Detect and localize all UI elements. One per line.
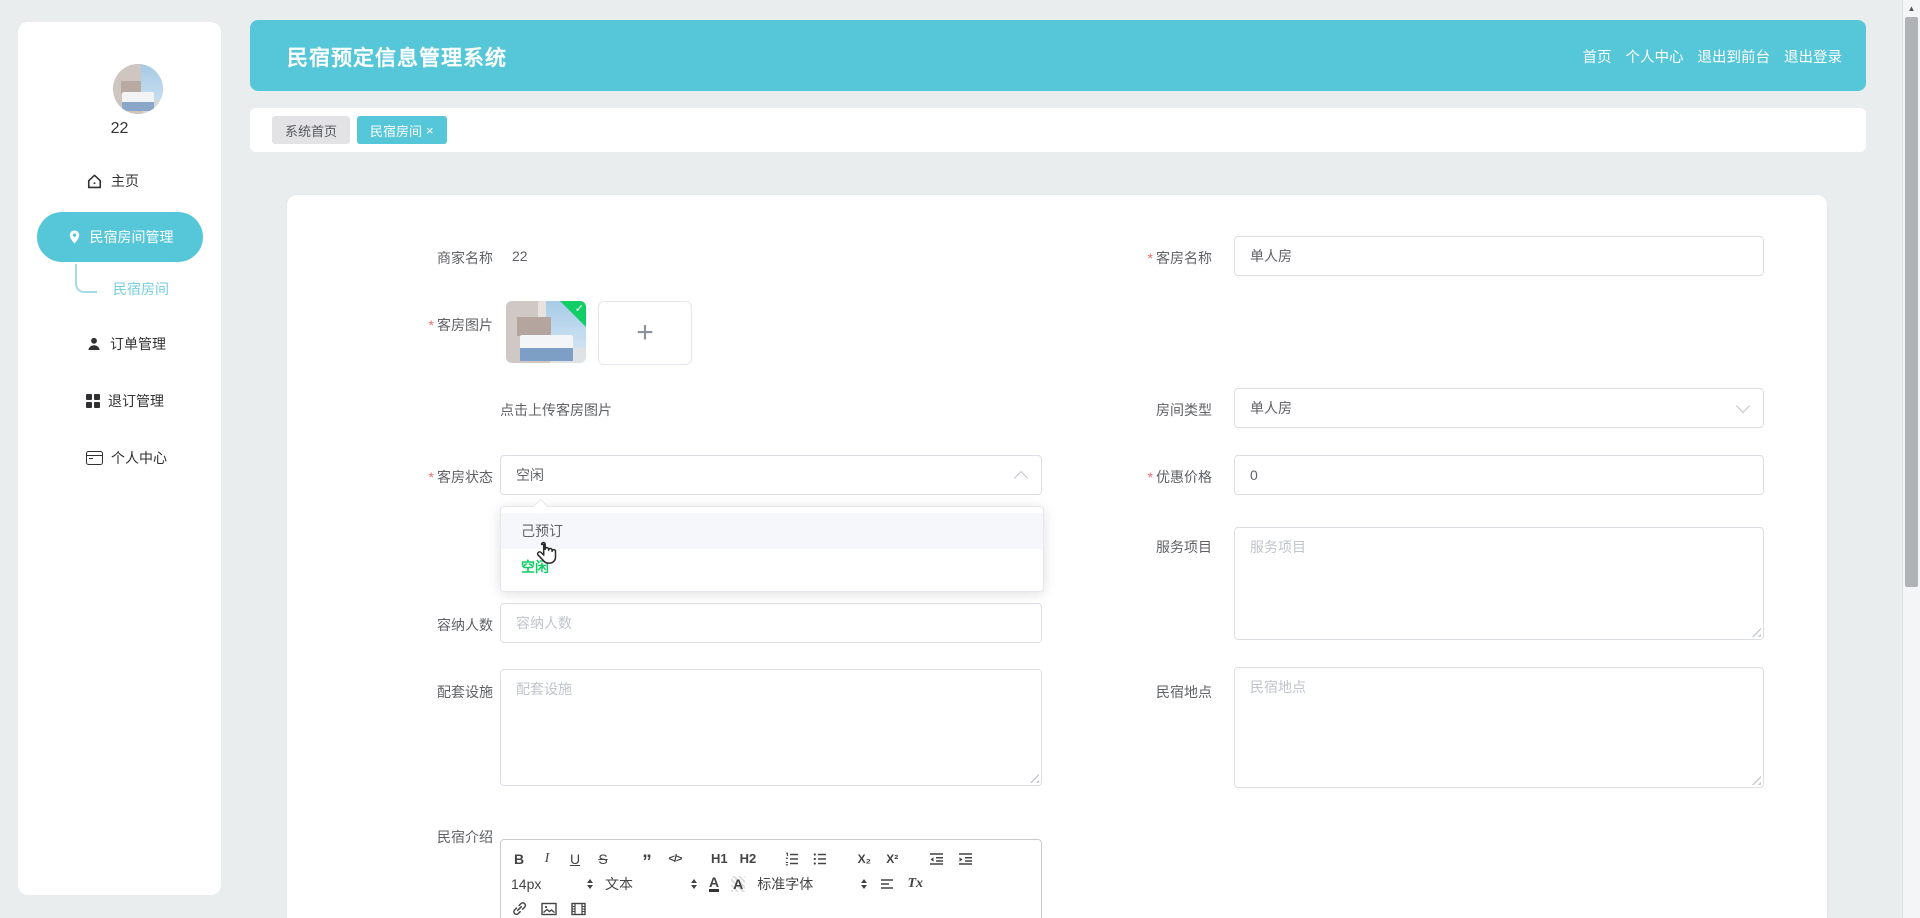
superscript-button[interactable]: X² bbox=[884, 848, 900, 870]
sidebar-item-room-management[interactable]: 民宿房间管理 bbox=[37, 212, 203, 262]
indent-icon[interactable] bbox=[957, 851, 974, 867]
nav-link-exit-to-front[interactable]: 退出到前台 bbox=[1698, 46, 1771, 67]
italic-button[interactable]: I bbox=[539, 848, 555, 870]
merchant-name-label: 商家名称 bbox=[437, 250, 493, 266]
room-type-label: 房间类型 bbox=[1156, 402, 1212, 418]
room-name-label: * 客房名称 bbox=[1147, 250, 1212, 266]
sidebar: 22 主页 民宿房间管理 民宿房间 订单管理 退订管理 个人中心 bbox=[18, 22, 221, 895]
location-pin-icon bbox=[69, 230, 79, 244]
service-items-textarea[interactable] bbox=[1234, 527, 1764, 640]
ordered-list-icon[interactable] bbox=[784, 851, 800, 867]
outdent-icon[interactable] bbox=[928, 851, 945, 867]
tab-room[interactable]: 民宿房间 × bbox=[357, 116, 447, 144]
home-icon bbox=[87, 174, 102, 188]
tab-label: 民宿房间 bbox=[370, 123, 423, 139]
sidebar-item-label: 个人中心 bbox=[111, 450, 167, 466]
strikethrough-button[interactable]: S bbox=[595, 848, 611, 870]
check-icon: ✓ bbox=[574, 303, 584, 315]
capacity-label: 容纳人数 bbox=[437, 617, 493, 633]
link-icon[interactable] bbox=[511, 900, 528, 917]
discount-price-label: * 优惠价格 bbox=[1147, 469, 1212, 485]
updown-arrows-icon bbox=[691, 878, 697, 889]
code-button[interactable]: </> bbox=[667, 848, 683, 870]
nav-link-profile[interactable]: 个人中心 bbox=[1626, 46, 1684, 67]
room-image-thumbnail[interactable]: ✓ bbox=[506, 301, 586, 363]
nav-link-logout[interactable]: 退出登录 bbox=[1784, 46, 1842, 67]
room-status-label: * 客房状态 bbox=[428, 469, 493, 485]
location-label: 民宿地点 bbox=[1156, 684, 1212, 700]
editor-toolbar-row2: 14px 文本 A A 标准字体 Tx bbox=[511, 871, 1031, 896]
highlight-color-button[interactable]: A bbox=[731, 875, 746, 892]
dropdown-option-booked[interactable]: 己预订 bbox=[501, 513, 1043, 549]
page-title: 民宿预定信息管理系统 bbox=[287, 47, 507, 70]
font-family-picker[interactable]: 标准字体 bbox=[757, 874, 868, 894]
subscript-button[interactable]: X₂ bbox=[856, 848, 872, 870]
scrollbar-thumb[interactable] bbox=[1905, 17, 1918, 587]
sidebar-subitem-room[interactable]: 民宿房间 bbox=[113, 279, 169, 299]
sidebar-item-label: 民宿房间管理 bbox=[89, 229, 174, 245]
sidebar-item-orders[interactable]: 订单管理 bbox=[86, 334, 166, 354]
tab-system-home[interactable]: 系统首页 bbox=[272, 116, 351, 144]
user-icon bbox=[88, 337, 100, 350]
align-icon[interactable] bbox=[879, 876, 895, 892]
dropdown-option-vacant[interactable]: 空闲 bbox=[501, 549, 1043, 585]
avatar[interactable] bbox=[113, 64, 163, 114]
nav-link-home[interactable]: 首页 bbox=[1583, 46, 1612, 67]
bold-button[interactable]: B bbox=[511, 848, 527, 870]
clear-format-button[interactable]: Tx bbox=[907, 873, 923, 895]
facilities-label: 配套设施 bbox=[437, 684, 493, 700]
image-icon[interactable] bbox=[540, 901, 558, 917]
editor-toolbar-row1: B I U S ” </> H1 H2 X₂ X² bbox=[511, 844, 1031, 874]
underline-button[interactable]: U bbox=[567, 848, 583, 870]
facilities-textarea[interactable] bbox=[500, 669, 1042, 786]
room-type-select[interactable] bbox=[1234, 388, 1764, 428]
room-image-label: * 客房图片 bbox=[428, 317, 493, 333]
sidebar-item-label: 订单管理 bbox=[110, 336, 166, 352]
scroll-up-button[interactable]: ▲ bbox=[1903, 0, 1920, 17]
app-root: 22 主页 民宿房间管理 民宿房间 订单管理 退订管理 个人中心 民宿预定信息管… bbox=[0, 0, 1920, 918]
room-name-input[interactable] bbox=[1234, 236, 1764, 276]
image-upload-button[interactable]: + bbox=[598, 301, 692, 365]
page-scrollbar[interactable]: ▲ bbox=[1902, 0, 1920, 918]
sidebar-item-label: 退订管理 bbox=[108, 393, 164, 409]
heading1-button[interactable]: H1 bbox=[711, 848, 728, 870]
sidebar-item-profile[interactable]: 个人中心 bbox=[86, 448, 167, 468]
editor-toolbar-row3 bbox=[511, 896, 1031, 918]
discount-price-input[interactable] bbox=[1234, 455, 1764, 495]
room-type-value[interactable] bbox=[1234, 388, 1764, 428]
submenu-connector bbox=[75, 264, 97, 293]
location-textarea[interactable] bbox=[1234, 667, 1764, 788]
sidebar-item-label: 主页 bbox=[111, 173, 139, 189]
font-size-picker[interactable]: 14px bbox=[511, 876, 593, 892]
header-picker[interactable]: 文本 bbox=[605, 874, 697, 894]
text-color-button[interactable]: A bbox=[709, 875, 720, 892]
header: 民宿预定信息管理系统 首页 个人中心 退出到前台 退出登录 bbox=[250, 20, 1866, 91]
intro-label: 民宿介绍 bbox=[437, 829, 493, 845]
plus-icon: + bbox=[636, 316, 654, 349]
room-status-value[interactable] bbox=[500, 455, 1042, 495]
rich-text-editor: B I U S ” </> H1 H2 X₂ X² 14px 文本 A A 标准… bbox=[500, 839, 1042, 918]
username: 22 bbox=[110, 120, 129, 137]
updown-arrows-icon bbox=[587, 878, 593, 889]
sidebar-item-unsubscribe[interactable]: 退订管理 bbox=[86, 391, 164, 411]
capacity-input[interactable] bbox=[500, 603, 1042, 643]
heading2-button[interactable]: H2 bbox=[740, 848, 757, 870]
room-status-dropdown: 己预订 空闲 bbox=[500, 498, 1044, 592]
bullet-list-icon[interactable] bbox=[812, 851, 828, 867]
service-items-label: 服务项目 bbox=[1156, 539, 1212, 555]
upload-hint: 点击上传客房图片 bbox=[500, 402, 612, 418]
blockquote-button[interactable]: ” bbox=[639, 844, 655, 874]
header-nav: 首页 个人中心 退出到前台 退出登录 bbox=[1583, 46, 1843, 67]
grid-icon bbox=[86, 394, 100, 408]
sidebar-item-home[interactable]: 主页 bbox=[86, 171, 139, 191]
tab-close-icon[interactable]: × bbox=[426, 124, 434, 137]
room-status-select[interactable] bbox=[500, 455, 1042, 495]
card-icon bbox=[86, 451, 103, 465]
merchant-name-value: 22 bbox=[512, 248, 528, 264]
tab-bar: 系统首页 民宿房间 × bbox=[250, 108, 1866, 152]
video-icon[interactable] bbox=[570, 901, 587, 917]
updown-arrows-icon bbox=[861, 878, 868, 889]
